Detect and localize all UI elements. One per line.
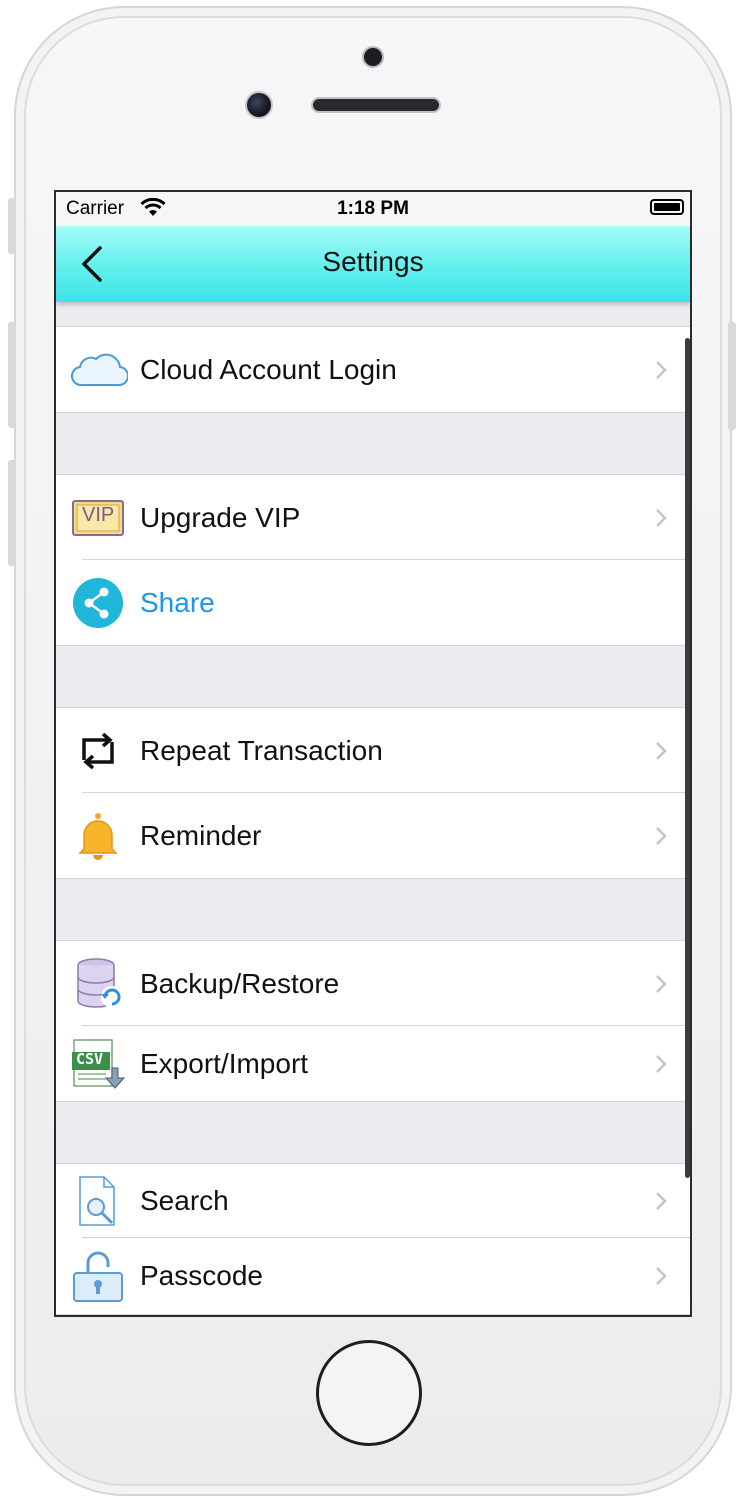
- settings-group-account: Cloud Account Login: [56, 326, 690, 413]
- settings-group-vip: VIP Upgrade VIP Share: [56, 474, 690, 646]
- chevron-right-icon: [656, 1267, 667, 1285]
- home-button[interactable]: [316, 1340, 422, 1446]
- backup-restore-row[interactable]: Backup/Restore: [56, 941, 690, 1026]
- repeat-transaction-label: Repeat Transaction: [140, 734, 383, 766]
- section-spacer: [56, 413, 690, 474]
- search-label: Search: [140, 1185, 229, 1216]
- export-import-label: Export/Import: [140, 1047, 309, 1079]
- front-camera: [245, 91, 273, 119]
- chevron-right-icon: [656, 360, 667, 379]
- battery-icon: [650, 199, 684, 215]
- reminder-row[interactable]: Reminder: [56, 793, 690, 878]
- search-row[interactable]: Search: [56, 1164, 690, 1238]
- upgrade-vip-row[interactable]: VIP Upgrade VIP: [56, 475, 690, 560]
- backup-restore-label: Backup/Restore: [140, 967, 340, 999]
- reminder-label: Reminder: [140, 819, 262, 851]
- share-row[interactable]: Share: [56, 560, 690, 645]
- earpiece-speaker: [311, 97, 441, 113]
- clock: 1:18 PM: [337, 198, 409, 219]
- csv-icon-text: CSV: [76, 1050, 104, 1068]
- status-bar: Carrier 1:18 PM: [56, 192, 690, 226]
- chevron-right-icon: [656, 741, 667, 760]
- share-icon: [73, 577, 123, 628]
- scrollbar[interactable]: [685, 338, 690, 1178]
- passcode-label: Passcode: [140, 1260, 263, 1291]
- navigation-bar: Settings: [56, 226, 690, 302]
- section-spacer: [56, 879, 690, 940]
- padlock-icon: [73, 1251, 123, 1302]
- search-document-icon: [79, 1176, 115, 1226]
- power-button: [728, 322, 736, 430]
- settings-group-security: Search Passcode: [56, 1163, 690, 1315]
- bell-icon: [78, 812, 118, 860]
- cloud-icon: [71, 353, 128, 386]
- settings-group-transactions: Repeat Transaction Reminder: [56, 707, 690, 879]
- proximity-sensor: [362, 46, 384, 68]
- repeat-transaction-row[interactable]: Repeat Transaction: [56, 708, 690, 793]
- chevron-right-icon: [656, 508, 667, 527]
- passcode-row[interactable]: Passcode: [56, 1238, 690, 1314]
- page-title: Settings: [322, 246, 424, 277]
- repeat-icon: [82, 732, 114, 769]
- section-spacer: [56, 646, 690, 707]
- volume-down-button: [8, 460, 16, 566]
- chevron-right-icon: [656, 1054, 667, 1073]
- section-spacer: [56, 1102, 690, 1163]
- settings-list: Cloud Account Login VIP Upgrade VIP Shar…: [56, 302, 690, 1315]
- export-import-row[interactable]: CSV Export/Import: [56, 1026, 690, 1101]
- mute-switch: [8, 198, 16, 254]
- upgrade-vip-label: Upgrade VIP: [140, 501, 301, 533]
- database-icon: [77, 957, 123, 1008]
- chevron-right-icon: [656, 974, 667, 993]
- vip-icon-text: VIP: [82, 504, 115, 526]
- settings-group-data: Backup/Restore CSV Export/Import: [56, 940, 690, 1102]
- volume-up-button: [8, 322, 16, 428]
- chevron-right-icon: [656, 1192, 667, 1210]
- screen: Carrier 1:18 PM Settings Cloud Account L…: [54, 190, 692, 1317]
- cloud-account-login-label: Cloud Account Login: [140, 353, 397, 385]
- chevron-right-icon: [656, 826, 667, 845]
- share-label: Share: [140, 586, 215, 618]
- cloud-account-login-row[interactable]: Cloud Account Login: [56, 327, 690, 412]
